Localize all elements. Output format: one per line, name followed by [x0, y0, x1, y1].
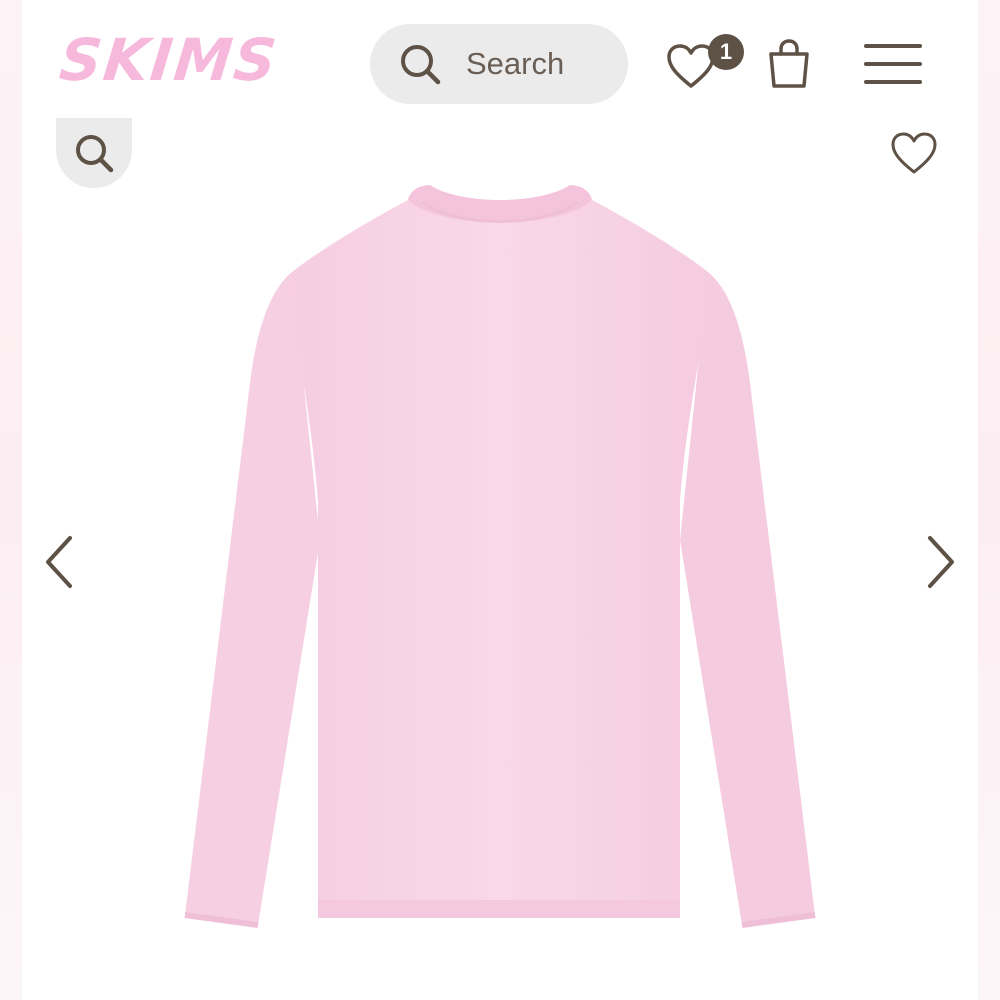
heart-outline-icon[interactable] — [890, 132, 938, 176]
zoom-button[interactable] — [56, 118, 132, 188]
shopping-bag-icon[interactable] — [766, 38, 812, 90]
search-bar[interactable]: Search — [370, 24, 628, 104]
brand-logo[interactable]: SKIMS — [56, 26, 281, 94]
hamburger-menu-icon[interactable] — [864, 42, 922, 86]
chevron-left-icon[interactable] — [40, 532, 80, 592]
site-header: SKIMS Search 1 — [0, 0, 1000, 125]
product-image-long-sleeve-tee — [184, 185, 816, 928]
wishlist-count-badge: 1 — [708, 34, 744, 70]
search-placeholder: Search — [466, 46, 565, 81]
right-edge-shade — [978, 0, 1000, 1000]
left-edge-shade — [0, 0, 22, 1000]
search-icon — [401, 45, 441, 85]
product-page: SKIMS Search 1 — [0, 0, 1000, 1000]
wishlist-button[interactable]: 1 — [666, 34, 744, 94]
chevron-right-icon[interactable] — [920, 532, 960, 592]
zoom-icon — [76, 135, 114, 173]
